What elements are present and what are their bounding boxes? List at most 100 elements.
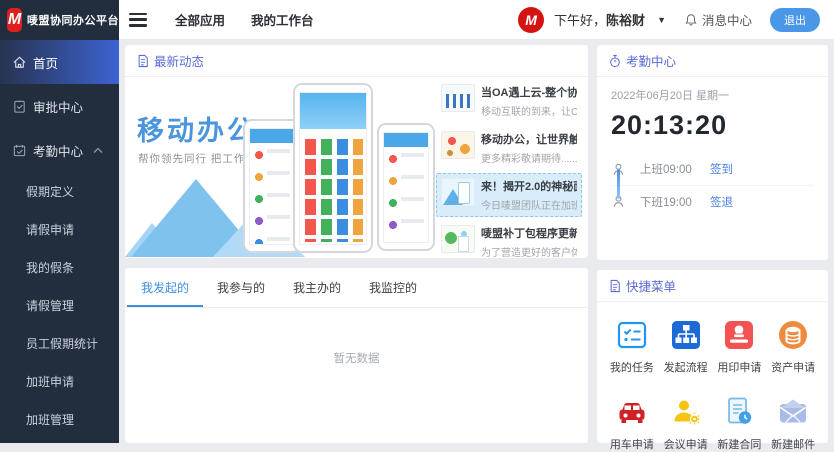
app-logo: M [7,8,22,32]
news-thumbnail [441,84,475,112]
mail-icon [776,395,810,429]
news-body: 移动办公 帮你领先同行 把工作带出办公室 当OA遇上云-整个协同OA 移动互联的… [125,77,588,257]
news-list: 当OA遇上云-整个协同OA 移动互联的到来，让OA与云 移动办公，让世界触手可 … [436,77,588,257]
user-name: 陈裕财 [606,13,645,28]
sidebar-item-holiday-definition[interactable]: 假期定义 [0,172,119,210]
check-in-link[interactable]: 签到 [710,161,733,177]
quick-asset-request[interactable]: 资产申请 [766,318,820,375]
sidebar-item-overtime-management[interactable]: 加班管理 [0,400,119,438]
app-title: 唛盟协同办公平台 [27,12,119,28]
tab-hosted-by-me[interactable]: 我主办的 [279,268,355,307]
avatar[interactable]: M [518,7,544,33]
sidebar-item-leave-management[interactable]: 请假管理 [0,286,119,324]
sidebar: 首页 审批中心 考勤中心 假期定义 请假申请 我的假条 请假管理 员工假期统计 … [0,40,119,443]
latest-news-header: 最新动态 [125,45,588,77]
quick-label: 资产申请 [771,359,815,375]
task-icon [615,318,649,352]
news-summary: 为了营造更好的客户体验，唛 [481,244,577,259]
logout-button[interactable]: 退出 [770,8,820,32]
chevron-down-icon[interactable]: ▼ [657,15,666,25]
nav-all-apps[interactable]: 全部应用 [175,10,225,29]
quick-label: 新建合同 [717,436,761,452]
news-title: 当OA遇上云-整个协同OA [481,84,577,100]
nav-my-workbench[interactable]: 我的工作台 [251,10,314,29]
quick-label: 用印申请 [717,359,761,375]
sidebar-item-attendance-center[interactable]: 考勤中心 [0,128,119,172]
tab-initiated-by-me[interactable]: 我发起的 [127,268,203,307]
tab-monitored-by-me[interactable]: 我监控的 [355,268,431,307]
news-item[interactable]: 唛盟补丁包程序更新 为了营造更好的客户体验，唛 [436,220,582,264]
flow-icon [669,318,703,352]
sidebar-item-my-leave-notes[interactable]: 我的假条 [0,248,119,286]
attendance-title: 考勤中心 [626,51,676,70]
empty-state-text: 暂无数据 [125,350,588,366]
car-icon [615,395,649,429]
document-icon [137,54,149,68]
home-icon [12,55,27,70]
quick-label: 用车申请 [610,436,654,452]
sidebar-item-label: 考勤中心 [33,141,83,160]
quick-menu-panel: 快捷菜单 我的任务 发起流程 用印申请 资产申请 用车申请 [597,270,828,443]
check-out-row: 下班19:00 签退 [611,185,814,217]
phone-contact-list [384,133,428,242]
quick-my-tasks[interactable]: 我的任务 [605,318,659,375]
greeting-text[interactable]: 下午好，陈裕财 [554,10,645,29]
check-in-row: 上班09:00 签到 [611,153,814,185]
logo-letter: M [8,11,21,29]
sidebar-item-employee-holiday-stats[interactable]: 员工假期统计 [0,324,119,362]
document-icon [609,279,621,293]
header-right: M 下午好，陈裕财 ▼ 消息中心 退出 [518,7,834,33]
phone-mockup-right [377,123,435,251]
hamburger-menu-icon[interactable] [129,13,147,27]
sidebar-item-approval-center[interactable]: 审批中心 [0,84,119,128]
news-summary: 移动互联的到来，让OA与云 [481,103,577,118]
timeline-connector [617,169,620,199]
phone-app-grid [300,93,366,244]
news-item[interactable]: 移动办公，让世界触手可 更多精彩敬请期待........ [436,126,582,170]
bell-icon [684,13,698,27]
avatar-letter: M [525,12,537,28]
news-summary: 今日唛盟团队正在加班加点， [481,197,577,212]
message-center[interactable]: 消息中心 [684,10,752,29]
quick-start-flow[interactable]: 发起流程 [659,318,713,375]
phone-contact-list [250,129,294,244]
attendance-header: 考勤中心 [597,45,828,77]
quick-new-contract[interactable]: 新建合同 [713,395,767,452]
sidebar-item-leave-request[interactable]: 请假申请 [0,210,119,248]
sidebar-item-label: 审批中心 [33,97,83,116]
attendance-timeline: 上班09:00 签到 下班19:00 签退 [611,153,814,217]
greeting-prefix: 下午好， [554,13,606,28]
sidebar-item-home[interactable]: 首页 [0,40,119,84]
news-item[interactable]: 当OA遇上云-整个协同OA 移动互联的到来，让OA与云 [436,79,582,123]
latest-news-panel: 最新动态 移动办公 帮你领先同行 把工作带出办公室 当OA遇上云-整个协同OA … [125,45,588,258]
stamp-icon [722,318,756,352]
quick-vehicle-request[interactable]: 用车申请 [605,395,659,452]
news-item-selected[interactable]: 来！揭开2.0的神秘面纱- 今日唛盟团队正在加班加点， [436,173,582,217]
quick-new-mail[interactable]: 新建邮件 [766,395,820,452]
stopwatch-icon [609,54,621,68]
tasks-tabbar: 我发起的 我参与的 我主办的 我监控的 [125,268,588,308]
meeting-icon [669,395,703,429]
quick-label: 新建邮件 [771,436,815,452]
attendance-clock: 20:13:20 [611,110,814,141]
check-in-time: 上班09:00 [640,161,710,177]
news-thumbnail [441,178,475,206]
quick-menu-header: 快捷菜单 [597,270,828,302]
tab-participated-by-me[interactable]: 我参与的 [203,268,279,307]
contract-icon [722,395,756,429]
quick-label: 发起流程 [664,359,708,375]
news-title: 来！揭开2.0的神秘面纱- [481,178,577,194]
sidebar-item-overtime-request[interactable]: 加班申请 [0,362,119,400]
quick-seal-request[interactable]: 用印申请 [713,318,767,375]
news-title: 移动办公，让世界触手可 [481,131,577,147]
quick-label: 我的任务 [610,359,654,375]
check-out-time: 下班19:00 [640,194,710,210]
mobile-office-banner[interactable]: 移动办公 帮你领先同行 把工作带出办公室 [125,77,436,257]
check-out-link[interactable]: 签退 [710,194,733,210]
quick-meeting-request[interactable]: 会议申请 [659,395,713,452]
top-nav: 全部应用 我的工作台 [175,10,314,29]
news-thumbnail [441,225,475,253]
quick-menu-grid: 我的任务 发起流程 用印申请 资产申请 用车申请 会议申请 [597,302,828,452]
sidebar-item-label: 首页 [33,53,58,72]
top-header: M 唛盟协同办公平台 全部应用 我的工作台 M 下午好，陈裕财 ▼ 消息中心 退… [0,0,834,40]
